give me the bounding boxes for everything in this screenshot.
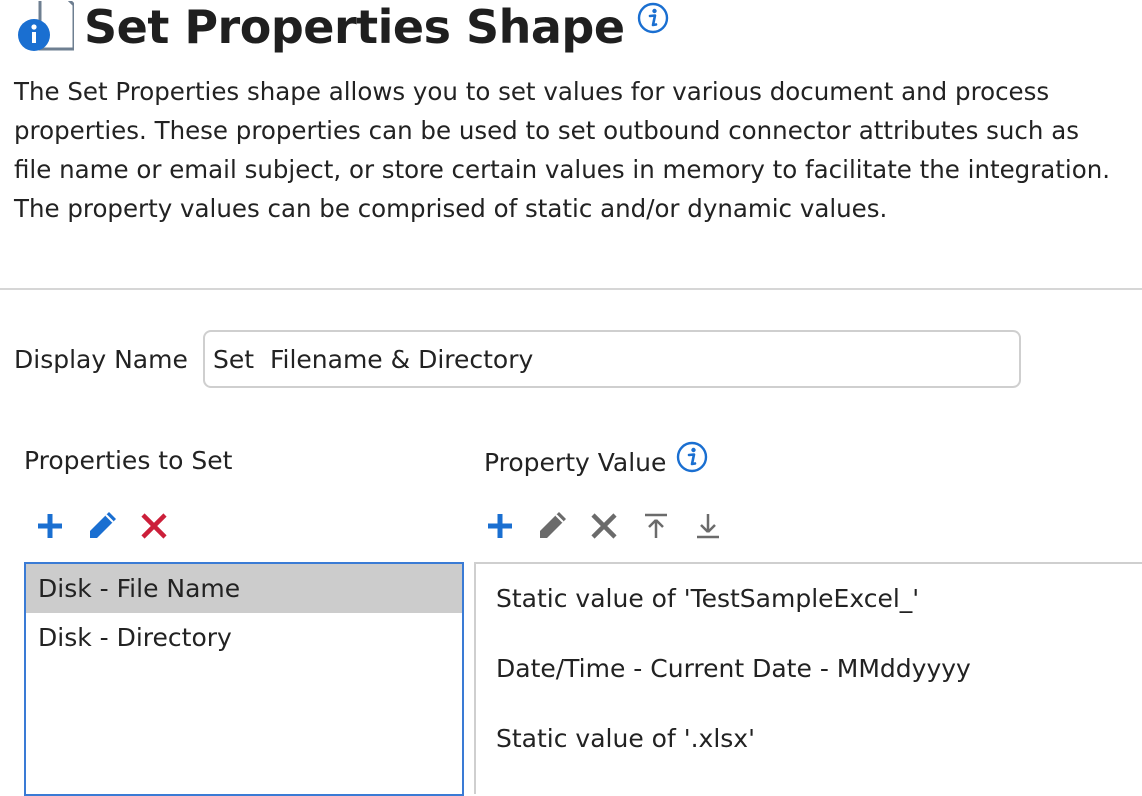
edit-icon (90, 512, 116, 538)
property-value-label: Property Value (484, 448, 667, 477)
add-icon (38, 514, 62, 538)
list-item[interactable]: Static value of 'TestSampleExcel_' (496, 579, 919, 619)
properties-toolbar (32, 508, 188, 544)
delete-icon (591, 513, 617, 539)
list-item[interactable]: Disk - File Name (26, 564, 462, 613)
properties-list: Disk - File Name Disk - Directory (24, 562, 464, 796)
move-to-top-button[interactable] (638, 508, 674, 544)
property-values-list: Static value of 'TestSampleExcel_' Date/… (474, 562, 1142, 794)
display-name-label: Display Name (14, 345, 188, 374)
list-item[interactable]: Date/Time - Current Date - MMddyyyy (496, 649, 971, 689)
document-info-icon (14, 1, 74, 53)
delete-value-button[interactable] (586, 508, 622, 544)
add-property-button[interactable] (32, 508, 68, 544)
properties-to-set-label: Properties to Set (24, 446, 233, 475)
display-name-input[interactable] (203, 330, 1021, 388)
property-value-heading: Property Value (484, 441, 708, 485)
add-value-button[interactable] (482, 508, 518, 544)
list-item[interactable]: Static value of '.xlsx' (496, 719, 755, 759)
delete-icon (141, 513, 167, 539)
info-icon[interactable] (676, 441, 708, 485)
edit-icon (540, 512, 566, 538)
move-to-top-icon (645, 513, 667, 538)
list-item[interactable]: Disk - Directory (26, 613, 462, 662)
shape-description: The Set Properties shape allows you to s… (14, 77, 1111, 223)
property-value-toolbar (482, 508, 742, 544)
edit-property-button[interactable] (84, 508, 120, 544)
info-icon[interactable] (637, 2, 669, 38)
move-to-bottom-icon (697, 514, 719, 539)
delete-property-button[interactable] (136, 508, 172, 544)
page-header: Set Properties Shape (14, 0, 669, 54)
section-divider (0, 288, 1142, 290)
edit-value-button[interactable] (534, 508, 570, 544)
move-to-bottom-button[interactable] (690, 508, 726, 544)
page-title: Set Properties Shape (84, 0, 625, 54)
add-icon (488, 514, 512, 538)
